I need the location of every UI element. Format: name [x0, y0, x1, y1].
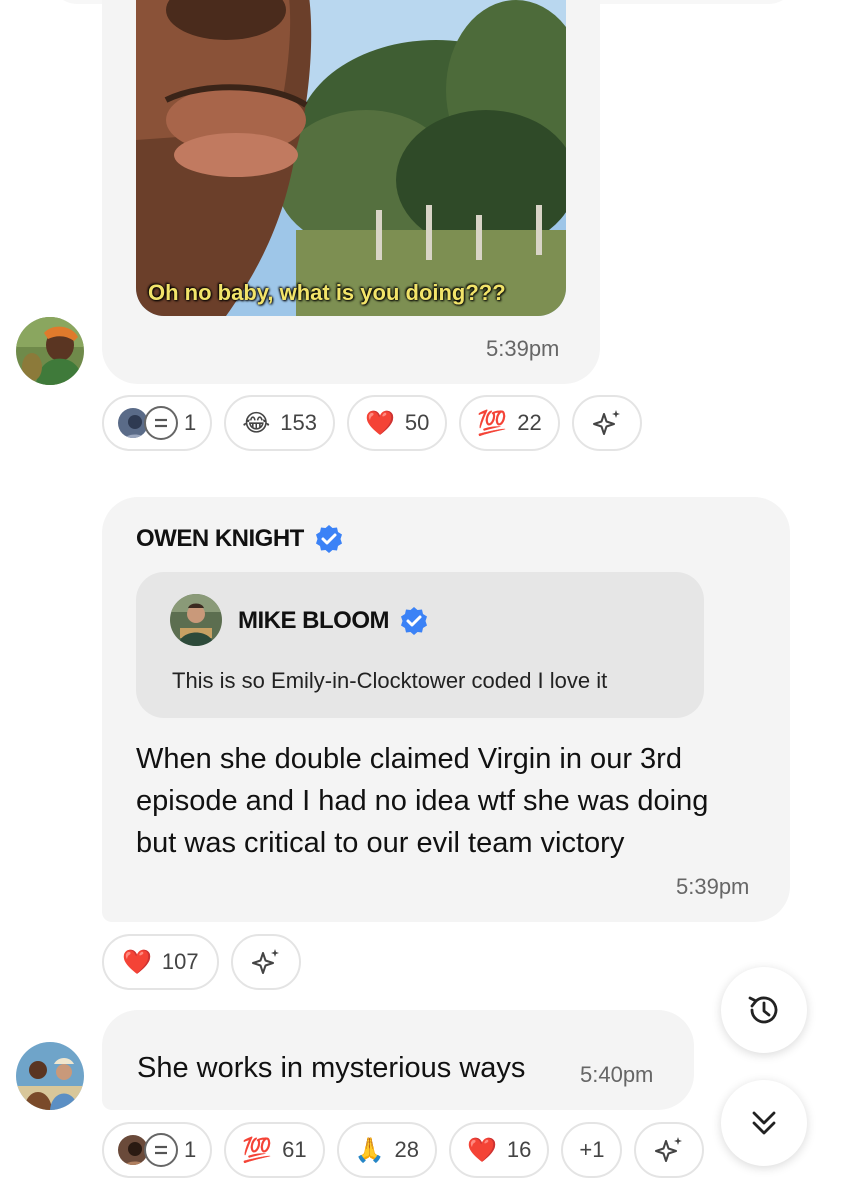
thread-replies-button[interactable]: 1	[102, 1122, 213, 1178]
thread-reply-icon	[144, 406, 178, 440]
message-timestamp: 5:39pm	[676, 874, 750, 899]
reaction-hundred[interactable]: 💯 22	[459, 395, 560, 451]
reactions-row: 1 💯 61 🙏 28 ❤️ 16 +1	[102, 1122, 705, 1178]
joy-emoji-icon: 😂	[242, 409, 271, 437]
verified-badge-icon	[401, 607, 427, 635]
quoted-author-name[interactable]: MIKE BLOOM	[238, 607, 390, 635]
message-timestamp: 5:40pm	[580, 1062, 654, 1087]
heart-emoji-icon: ❤️	[365, 409, 395, 437]
reaction-count: 61	[282, 1137, 307, 1162]
reaction-count: 153	[280, 410, 318, 435]
heart-emoji-icon: ❤️	[122, 948, 152, 976]
chevron-double-down-icon	[752, 1111, 776, 1135]
gif-image[interactable]: Oh no baby, what is you doing???	[136, 0, 566, 316]
more-reactions-button[interactable]: +1	[561, 1122, 623, 1178]
add-reaction-button[interactable]	[571, 395, 642, 451]
quoted-author: MIKE BLOOM	[238, 606, 429, 636]
reaction-count: 28	[394, 1137, 419, 1162]
heart-emoji-icon: ❤️	[467, 1136, 497, 1164]
reaction-heart[interactable]: ❤️ 16	[449, 1122, 550, 1178]
message-timestamp: 5:39pm	[486, 336, 560, 361]
reaction-heart[interactable]: ❤️ 50	[347, 395, 448, 451]
history-icon	[748, 996, 778, 1024]
reaction-joy[interactable]: 😂 153	[224, 395, 336, 451]
reaction-count: 22	[517, 410, 542, 435]
verified-badge-icon	[315, 525, 342, 553]
scroll-to-bottom-button[interactable]	[721, 1080, 807, 1166]
reaction-count: 107	[161, 949, 199, 974]
gif-caption: Oh no baby, what is you doing???	[148, 280, 506, 305]
sparkle-icon	[655, 1137, 683, 1162]
reaction-pray[interactable]: 🙏 28	[336, 1122, 437, 1178]
quoted-text: This is so Emily-in-Clocktower coded I l…	[172, 668, 608, 693]
message-text: When she double claimed Virgin in our 3r…	[136, 743, 709, 859]
message-text: She works in mysterious ways	[137, 1052, 526, 1084]
quoted-message[interactable]: MIKE BLOOM This is so Emily-in-Clocktowe…	[136, 572, 704, 718]
sender-avatar[interactable]	[16, 317, 84, 385]
hundred-emoji-icon: 💯	[242, 1136, 273, 1164]
author-name[interactable]: OWEN KNIGHT	[136, 525, 304, 553]
history-button[interactable]	[721, 967, 807, 1053]
reaction-count: 50	[404, 410, 430, 435]
thread-reply-count: 1	[184, 410, 197, 435]
pray-emoji-icon: 🙏	[354, 1136, 385, 1164]
sender-avatar[interactable]	[16, 1042, 84, 1110]
add-reaction-button[interactable]	[230, 934, 301, 990]
sparkle-icon	[251, 949, 279, 974]
reactions-row: ❤️ 107	[102, 934, 301, 990]
add-reaction-button[interactable]	[634, 1122, 705, 1178]
reaction-count: 16	[506, 1137, 532, 1162]
thread-replies-button[interactable]: 1	[102, 395, 213, 451]
thread-reply-count: 1	[184, 1137, 197, 1162]
quoted-author-avatar	[170, 594, 222, 646]
hundred-emoji-icon: 💯	[477, 409, 508, 437]
reactions-row: 1 😂 153 ❤️ 50 💯 22	[102, 395, 642, 451]
more-reactions-count: +1	[579, 1137, 605, 1162]
reaction-hundred[interactable]: 💯 61	[224, 1122, 325, 1178]
message-author: OWEN KNIGHT	[136, 524, 344, 554]
thread-reply-icon	[144, 1133, 178, 1167]
reaction-heart[interactable]: ❤️ 107	[102, 934, 219, 990]
sparkle-icon	[592, 410, 620, 435]
